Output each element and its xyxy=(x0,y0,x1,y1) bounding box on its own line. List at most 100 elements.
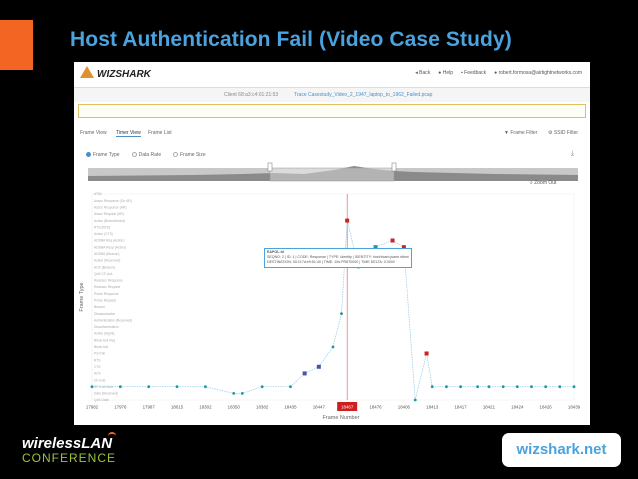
data-point xyxy=(204,385,207,389)
radio-frame-size-label: Frame Size xyxy=(180,152,206,158)
tab-timer-view[interactable]: Timer View xyxy=(116,130,141,137)
y-tick-label: Block Ack Req xyxy=(94,338,115,342)
nav-help[interactable]: ● Help xyxy=(438,70,453,76)
tab-frame-view[interactable]: Frame View xyxy=(80,130,107,136)
y-tick-label: Assoc Response (AR) xyxy=(94,205,126,209)
x-tick-label: 17987 xyxy=(143,405,156,410)
y-tick-label: ACK (Beacon) xyxy=(94,265,115,269)
x-tick-label: 18015 xyxy=(171,405,184,410)
x-tick-label: 18417 xyxy=(454,405,467,410)
data-point xyxy=(515,385,519,389)
timeline-bar[interactable] xyxy=(78,104,586,118)
data-point xyxy=(445,385,448,389)
data-point xyxy=(260,385,264,389)
nav-feedback-label: Feedback xyxy=(464,70,487,76)
x-axis-label: Frame Number xyxy=(323,415,360,421)
radio-frame-size[interactable]: Frame Size xyxy=(173,152,206,158)
accent-bar xyxy=(0,20,33,70)
plot-mode-radios: Frame Type Data Rate Frame Size xyxy=(86,152,206,158)
client-label: Client 68:a3:c4:01:21:53 xyxy=(224,92,279,98)
ssid-filter-button[interactable]: ⚙ SSID Filter xyxy=(548,130,578,136)
filter-icon: ▼ xyxy=(504,130,509,136)
data-point xyxy=(175,385,179,389)
data-point xyxy=(544,385,548,389)
x-tick-label: 18421 xyxy=(483,405,496,410)
y-tick-label: Action (Reserved) xyxy=(94,259,120,263)
y-tick-label: Disassociation xyxy=(94,312,115,316)
nav-back[interactable]: ◂ Back xyxy=(415,70,430,76)
marker-point xyxy=(390,238,395,243)
trace-label[interactable]: Trace Casestudy_Video_2_1947_laptop_to_1… xyxy=(294,92,432,98)
y-axis-label: Frame Type xyxy=(79,282,85,311)
x-tick-label: 18447 xyxy=(313,405,326,410)
x-tick-label: 18426 xyxy=(540,405,553,410)
data-point xyxy=(530,385,533,389)
plot-area xyxy=(91,193,575,401)
overview-right-handle[interactable] xyxy=(391,162,397,172)
marker-point xyxy=(316,364,321,369)
data-point xyxy=(501,385,505,389)
wizshark-logo[interactable]: WIZSHARK xyxy=(80,66,151,80)
gear-icon: ⚙ xyxy=(548,130,553,136)
frame-filter-label: Frame Filter xyxy=(510,130,538,136)
y-tick-label: Action (CTS) xyxy=(94,232,113,236)
radio-dot-icon xyxy=(173,152,179,157)
y-tick-label: QoS Data xyxy=(94,398,109,402)
logo-text: WIZSHARK xyxy=(97,69,151,80)
y-tick-label: ADDBA Req (Action) xyxy=(94,239,124,243)
y-tick-label: QoS CF-Ack xyxy=(94,272,113,276)
app-screenshot: WIZSHARK ◂ Back ● Help ▪ Feedback ● robe… xyxy=(74,62,590,425)
data-point xyxy=(147,385,151,389)
y-tick-label: Reassoc Response xyxy=(94,279,123,283)
y-tick-label: Assoc Request (AR) xyxy=(94,212,124,216)
data-point xyxy=(340,312,343,316)
data-point xyxy=(331,345,335,349)
x-tick-label: 18435 xyxy=(284,405,297,410)
marker-point xyxy=(424,351,429,356)
x-tick-label: 18424 xyxy=(511,405,524,410)
radio-frame-type[interactable]: Frame Type xyxy=(86,152,120,158)
nav-feedback[interactable]: ▪ Feedback xyxy=(461,70,486,76)
frame-type-chart: ATIM Assoc Response (On.AR) Assoc Response… xyxy=(79,192,581,421)
tab-frame-list[interactable]: Frame List xyxy=(148,130,172,136)
wifi-icon xyxy=(108,432,117,440)
x-tick-label: 18382 xyxy=(256,405,269,410)
marker-point xyxy=(345,218,350,223)
wizshark-link[interactable]: wizshark.net xyxy=(502,433,621,467)
overview-left-handle[interactable] xyxy=(267,162,273,172)
y-tick-label: Beacon xyxy=(94,305,105,309)
frame-filter-button[interactable]: ▼ Frame Filter xyxy=(504,130,537,136)
data-point xyxy=(240,391,244,395)
nav-user-label: robert.formosa@airtightnetworks.com xyxy=(498,70,582,76)
y-tick-label: Authentication (Reserved) xyxy=(94,318,132,322)
nav-help-label: Help xyxy=(442,70,453,76)
x-tick-label: 18406 xyxy=(398,405,411,410)
y-tick-label: Deauthentication xyxy=(94,325,119,329)
x-tick-label: 18302 xyxy=(199,405,212,410)
x-tick-label: 17976 xyxy=(114,405,127,410)
radio-frame-type-label: Frame Type xyxy=(93,152,120,158)
data-point xyxy=(572,385,576,389)
overview-selection[interactable] xyxy=(269,167,395,182)
x-tick-label: 17982 xyxy=(86,405,99,410)
radio-data-rate[interactable]: Data Rate xyxy=(131,152,162,158)
y-tick-label: ACK xyxy=(94,372,102,376)
data-point xyxy=(459,385,462,389)
y-tick-label: Probe Request xyxy=(94,299,116,303)
x-tick-label: 18439 xyxy=(568,405,581,410)
download-icon[interactable]: ⤓ xyxy=(571,150,574,158)
y-tick-label: Data (Reserved) xyxy=(94,392,118,396)
logo-wireless: wireless xyxy=(22,435,82,452)
y-tick-label: Block Ack xyxy=(94,345,109,349)
tooltip-line2: DESTINATION: 00:1f:7d:e9:51:40 | TIME: 1… xyxy=(267,260,395,264)
data-point xyxy=(118,385,122,389)
x-tick-label: 18350 xyxy=(228,405,241,410)
nav-user[interactable]: ● robert.formosa@airtightnetworks.com xyxy=(494,70,582,76)
y-tick-label: PS-Poll xyxy=(94,352,105,356)
y-tick-label: Reassoc Request xyxy=(94,285,120,289)
radio-dot-icon xyxy=(131,152,137,157)
data-point xyxy=(289,385,292,389)
radio-data-rate-label: Data Rate xyxy=(138,152,162,158)
info-bar: Client 68:a3:c4:01:21:53 Trace Casestudy… xyxy=(74,88,590,102)
slide-title: Host Authentication Fail (Video Case Stu… xyxy=(70,28,512,51)
